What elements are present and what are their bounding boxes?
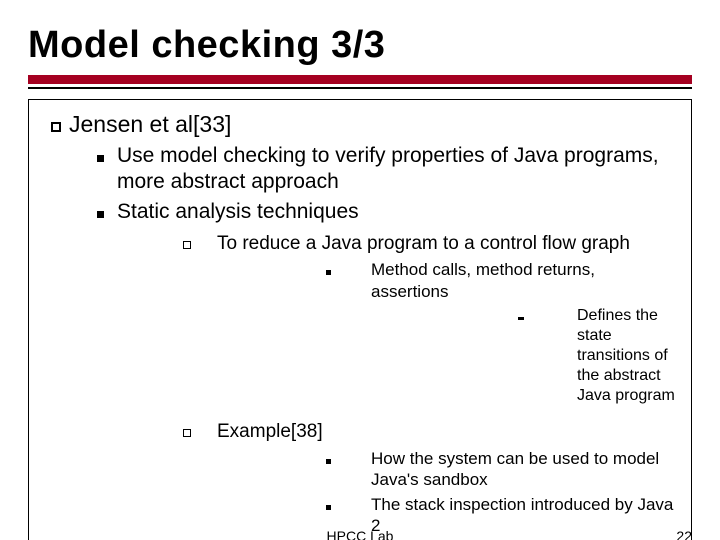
list-level-4: Method calls, method returns, assertions…	[217, 259, 677, 410]
content-box: Jensen et al[33] Use model checking to v…	[28, 99, 692, 540]
item-text: How the system can be used to model Java…	[371, 448, 677, 491]
list-level-5: Defines the state transitions of the abs…	[371, 306, 677, 406]
item-text: Jensen et al[33]	[69, 111, 231, 137]
item-text: The stack inspection introduced by Java …	[371, 494, 677, 537]
title-rule	[28, 75, 692, 89]
list-level-1: Jensen et al[33] Use model checking to v…	[43, 110, 677, 540]
footer-center-label: HPCC Lab	[327, 528, 394, 540]
item-text: Static analysis techniques	[117, 200, 359, 223]
slide-title: Model checking 3/3	[28, 24, 692, 67]
list-level-4: How the system can be used to model Java…	[217, 448, 677, 537]
list-item: Defines the state transitions of the abs…	[371, 306, 677, 406]
page-number: 22	[676, 528, 692, 540]
list-item: Method calls, method returns, assertions…	[217, 259, 677, 410]
list-item: Static analysis techniques To reduce a J…	[69, 199, 677, 540]
rule-thick	[28, 75, 692, 84]
bullet-filled-square-xs-icon	[217, 448, 371, 491]
item-text: Defines the state transitions of the abs…	[577, 306, 677, 406]
bullet-hollow-square-icon	[43, 110, 69, 540]
bullet-filled-square-icon	[69, 143, 117, 196]
list-item: Example[38] How the system can be used t…	[117, 420, 677, 540]
item-text: To reduce a Java program to a control fl…	[217, 233, 630, 254]
list-item: Jensen et al[33] Use model checking to v…	[43, 110, 677, 540]
list-item: To reduce a Java program to a control fl…	[117, 232, 677, 414]
item-text: Use model checking to verify properties …	[117, 143, 677, 196]
bullet-hollow-square-small-icon	[117, 232, 217, 414]
bullet-filled-square-xs-icon	[217, 259, 371, 410]
slide: Model checking 3/3 Jensen et al[33] Use …	[0, 0, 720, 540]
item-text: Example[38]	[217, 421, 323, 442]
list-item: The stack inspection introduced by Java …	[217, 494, 677, 537]
list-item: Use model checking to verify properties …	[69, 143, 677, 196]
list-level-2: Use model checking to verify properties …	[69, 143, 677, 540]
bullet-hollow-square-small-icon	[117, 420, 217, 540]
item-text: Method calls, method returns, assertions	[371, 260, 595, 300]
bullet-filled-square-icon	[69, 199, 117, 540]
bullet-bar-icon	[371, 306, 577, 406]
list-item: How the system can be used to model Java…	[217, 448, 677, 491]
list-level-3: To reduce a Java program to a control fl…	[117, 232, 677, 540]
rule-thin	[28, 87, 692, 89]
